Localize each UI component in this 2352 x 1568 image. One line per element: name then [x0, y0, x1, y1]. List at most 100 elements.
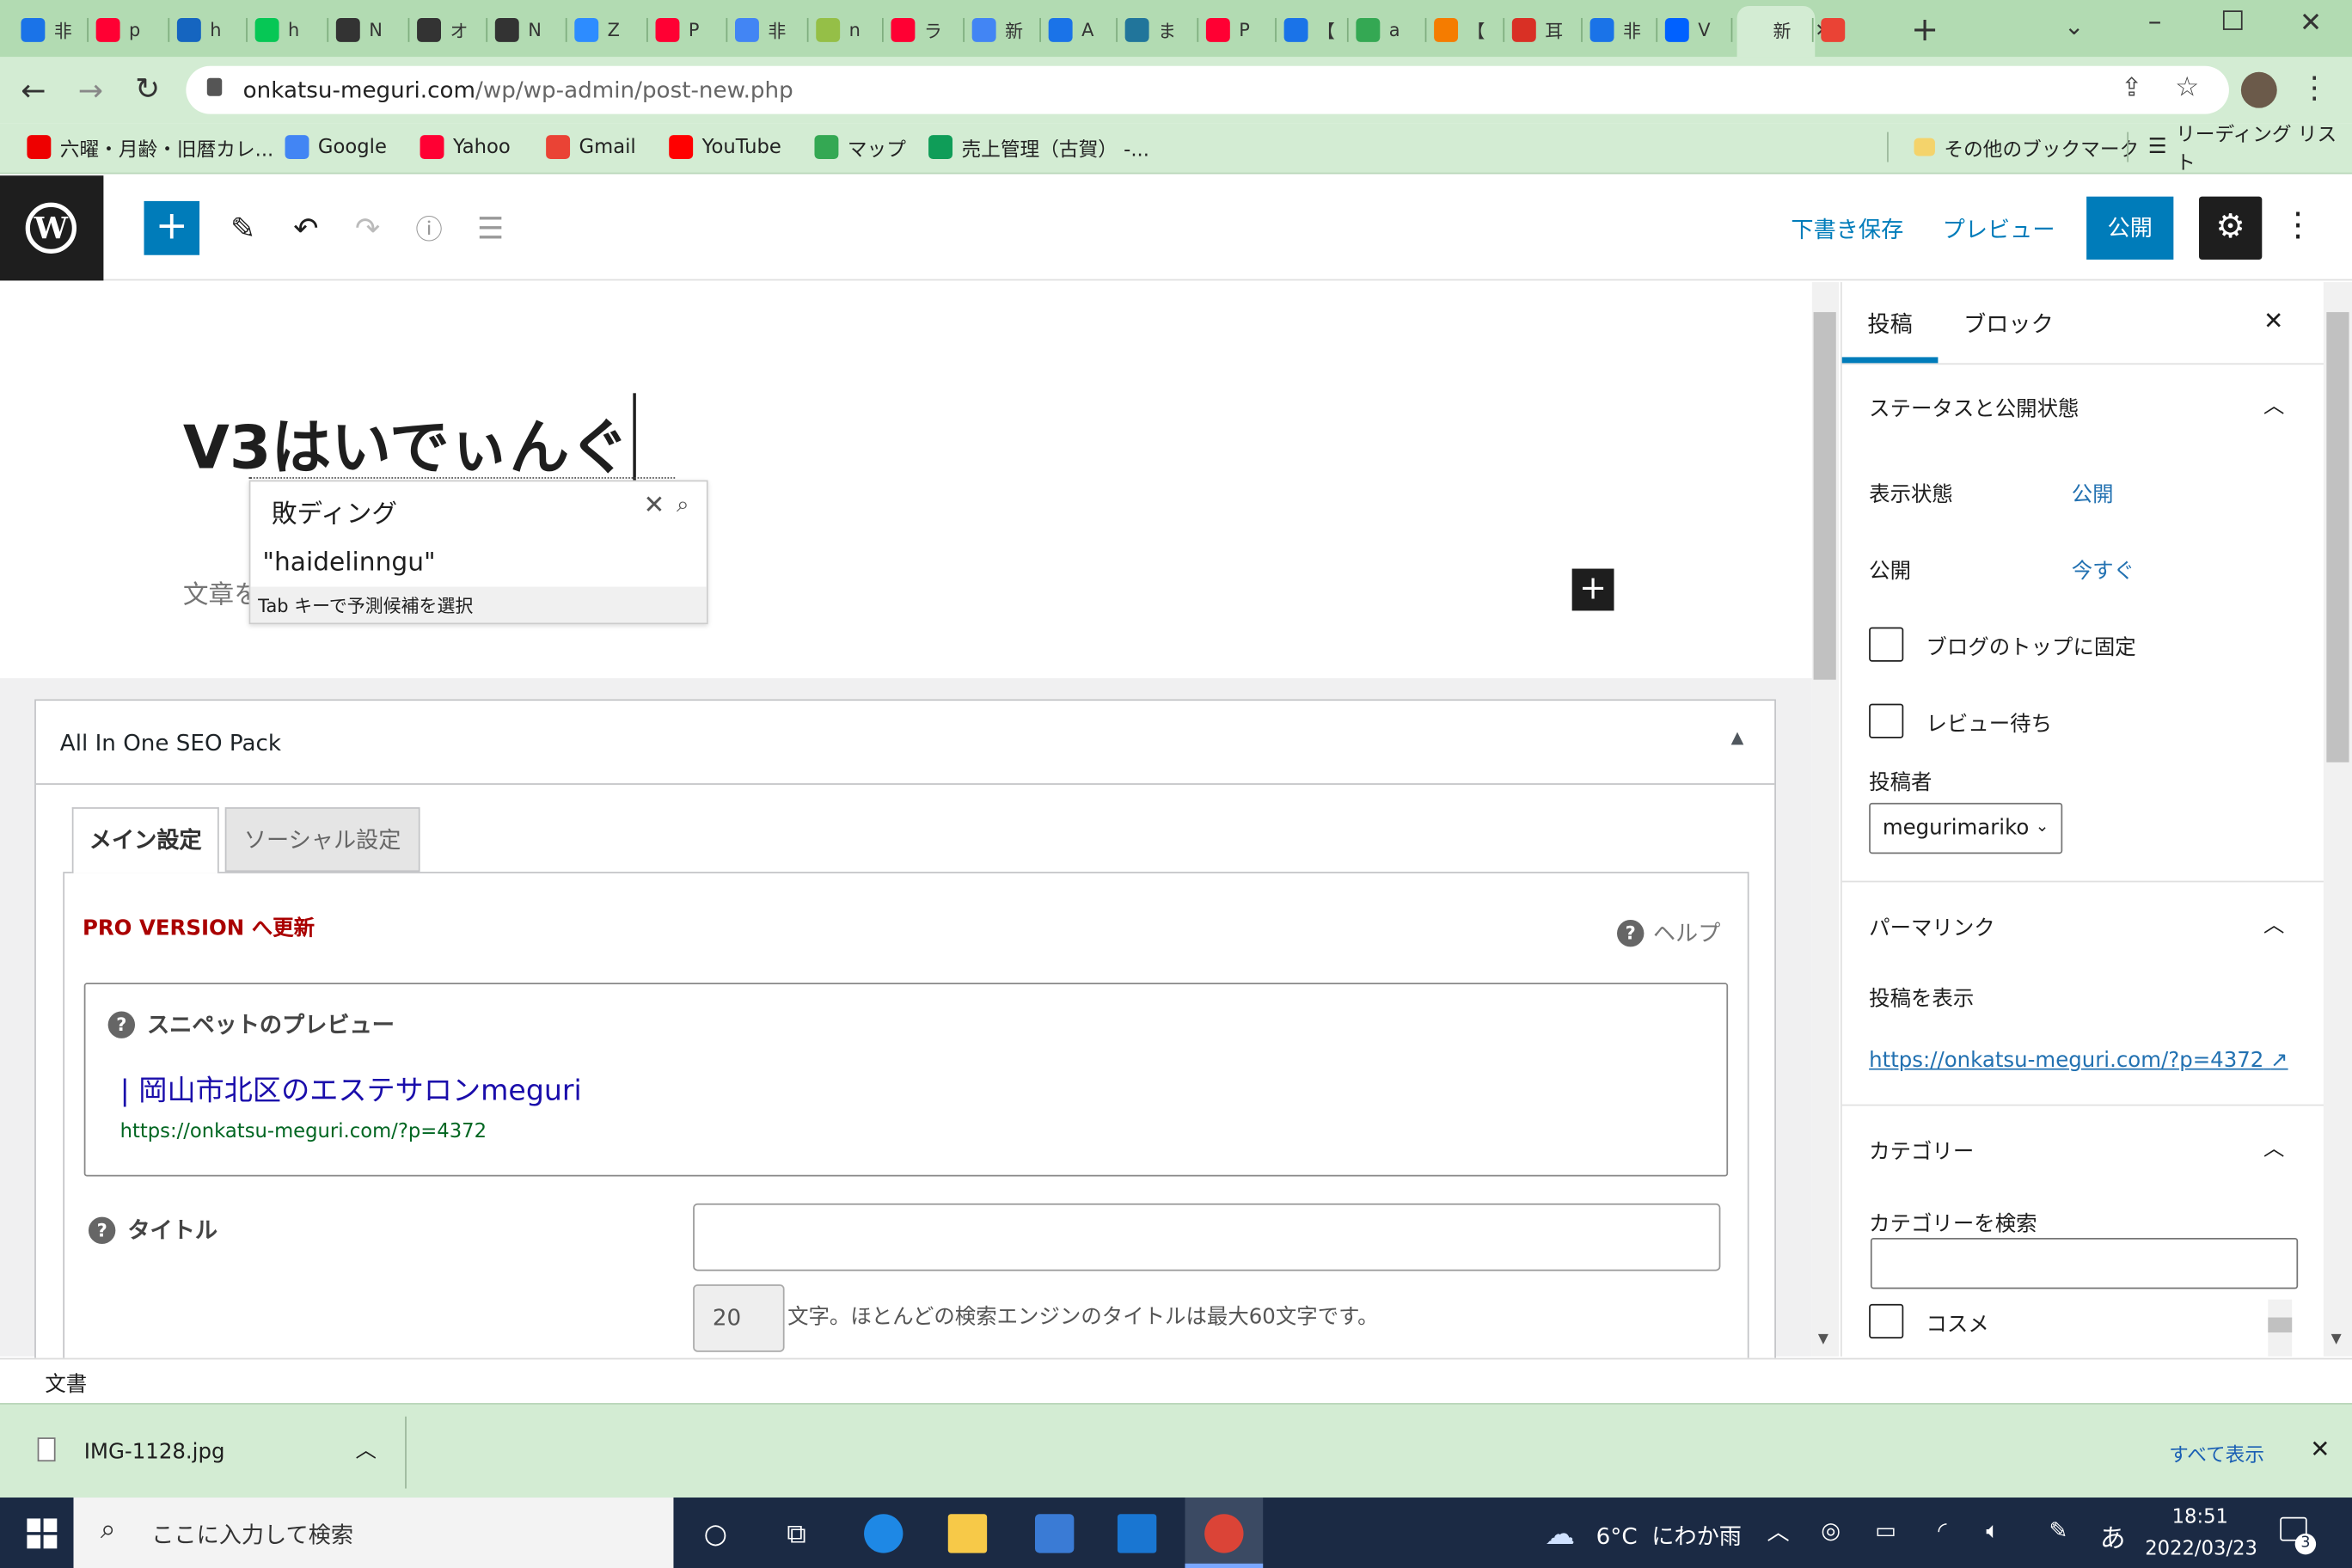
pending-review-checkbox[interactable] — [1869, 703, 1904, 738]
tab-search-chevron-icon[interactable]: ⌄ — [2064, 12, 2084, 40]
scroll-thumb[interactable] — [2326, 312, 2349, 763]
wifi-icon[interactable]: ◜ — [1938, 1517, 1946, 1544]
browser-tab[interactable]: N — [335, 9, 383, 51]
browser-tab[interactable]: V — [1664, 9, 1711, 51]
close-window-button[interactable]: ✕ — [2300, 8, 2322, 40]
add-block-button[interactable]: + — [144, 200, 200, 255]
seo-title-input[interactable] — [693, 1203, 1721, 1271]
ime-close-icon[interactable]: ✕ — [644, 491, 665, 521]
bookmark-item[interactable]: Google — [285, 132, 387, 162]
download-menu-chevron-icon[interactable]: ︿ — [356, 1435, 377, 1465]
reading-list[interactable]: ☰ リーディング リスト — [2148, 125, 2352, 175]
help-icon[interactable]: ? — [107, 1010, 136, 1038]
chevron-up-icon[interactable]: ︿ — [2263, 390, 2284, 420]
category-panel-header[interactable]: カテゴリー — [1869, 1136, 1974, 1166]
metabox-header[interactable]: All In One SEO Pack ▲ — [35, 701, 1775, 785]
profile-avatar[interactable] — [2240, 71, 2277, 108]
scroll-down-arrow-icon[interactable]: ▼ — [2331, 1332, 2342, 1347]
breadcrumb[interactable]: 文書 — [45, 1369, 87, 1399]
close-download-bar-icon[interactable]: ✕ — [2310, 1435, 2330, 1463]
cortana-icon[interactable]: ○ — [696, 1514, 735, 1553]
taskbar-search-box[interactable]: ⌕ ここに入力して検索 — [73, 1498, 674, 1568]
browser-tab[interactable]: h — [254, 9, 299, 51]
bookmark-star-icon[interactable]: ☆ — [2175, 72, 2199, 104]
publish-button[interactable]: 公開 — [2086, 196, 2174, 260]
browser-tab[interactable]: 【 — [1283, 9, 1335, 51]
clock-time[interactable]: 18:51 — [2172, 1506, 2228, 1528]
browser-tab[interactable]: A — [1048, 9, 1093, 51]
task-view-icon[interactable]: ⧉ — [777, 1514, 816, 1553]
clock-date[interactable]: 2022/03/23 — [2145, 1538, 2257, 1560]
browser-tab[interactable] — [1821, 9, 1853, 51]
wordpress-logo[interactable]: W — [0, 175, 104, 281]
store-icon[interactable] — [1034, 1514, 1075, 1553]
tab-social-settings[interactable]: ソーシャル設定 — [224, 807, 420, 873]
ime-candidate[interactable]: "haidelinngu" — [262, 548, 435, 578]
info-icon[interactable]: ⓘ — [402, 201, 456, 255]
category-checkbox-cosme[interactable] — [1869, 1303, 1904, 1338]
restore-button[interactable] — [2222, 10, 2243, 30]
bookmark-item[interactable]: 売上管理（古賀） -... — [928, 132, 1149, 162]
menu-kebab-icon[interactable]: ⋮ — [2300, 69, 2330, 105]
browser-tab[interactable]: h — [176, 9, 222, 51]
reload-icon[interactable]: ↻ — [135, 70, 160, 107]
redo-icon[interactable]: ↷ — [340, 201, 395, 255]
browser-tab[interactable]: P — [1205, 9, 1250, 51]
browser-tab[interactable]: N — [494, 9, 542, 51]
tray-chevron-icon[interactable]: ︿ — [1767, 1516, 1789, 1547]
settings-button[interactable]: ⚙ — [2199, 196, 2263, 260]
category-search-input[interactable] — [1870, 1238, 2299, 1289]
ime-mode-indicator[interactable]: あ — [2100, 1517, 2126, 1554]
battery-icon[interactable]: ▭ — [1875, 1517, 1896, 1544]
browser-tab[interactable]: Z — [574, 9, 620, 51]
scroll-thumb[interactable] — [1813, 312, 1836, 680]
pro-upgrade-link[interactable]: PRO VERSION へ更新 — [83, 912, 315, 942]
bookmark-item[interactable]: Gmail — [546, 132, 636, 162]
new-tab-button[interactable]: + — [1911, 12, 1939, 50]
browser-tab[interactable]: n — [816, 9, 861, 51]
bookmark-item[interactable]: YouTube — [669, 132, 781, 162]
edit-tools-icon[interactable]: ✎ — [216, 201, 270, 255]
weather-icon[interactable]: ☁ — [1545, 1516, 1575, 1552]
browser-tab[interactable]: a — [1356, 9, 1400, 51]
preview-button[interactable]: プレビュー — [1943, 213, 2055, 245]
show-all-downloads-link[interactable]: すべて表示 — [2169, 1439, 2264, 1467]
permalink-panel-header[interactable]: パーマリンク — [1869, 912, 1995, 942]
browser-tab[interactable]: P — [655, 9, 700, 51]
save-draft-button[interactable]: 下書き保存 — [1791, 213, 1903, 245]
browser-tab[interactable]: 耳 — [1511, 9, 1563, 51]
mail-icon[interactable] — [1117, 1514, 1157, 1553]
help-link[interactable]: ? ヘルプ — [1617, 917, 1720, 949]
back-icon[interactable]: ← — [21, 72, 46, 108]
browser-tab[interactable]: ま — [1124, 9, 1176, 51]
browser-tab[interactable]: 非 — [21, 9, 72, 51]
status-panel-header[interactable]: ステータスと公開状態 — [1869, 393, 2079, 423]
editor-scrollbar[interactable]: ▼ — [1811, 282, 1840, 1357]
address-bar[interactable]: onkatsu-meguri.com/wp/wp-admin/post-new.… — [186, 65, 2229, 114]
browser-tab[interactable]: p — [95, 9, 140, 51]
chevron-up-icon[interactable]: ︿ — [2263, 910, 2284, 940]
visibility-value[interactable]: 公開 — [2072, 479, 2114, 509]
ime-search-icon[interactable]: ⌕ — [677, 491, 689, 518]
browser-tab[interactable]: 【 — [1434, 9, 1485, 51]
download-filename[interactable]: IMG-1128.jpg — [84, 1441, 225, 1465]
bookmark-item[interactable]: 六曜・月齢・旧暦カレ... — [27, 132, 273, 162]
body-placeholder[interactable]: 文章を — [183, 573, 260, 611]
browser-tab[interactable]: 非 — [735, 9, 786, 51]
bookmark-item[interactable]: マップ — [814, 132, 906, 162]
browser-tab[interactable]: 新 — [971, 9, 1023, 51]
meet-icon[interactable]: ◎ — [1821, 1517, 1841, 1544]
windows-start-icon[interactable] — [27, 1518, 58, 1549]
scroll-thumb[interactable] — [2268, 1317, 2293, 1333]
scroll-down-arrow-icon[interactable]: ▼ — [1818, 1332, 1828, 1347]
browser-tab[interactable]: 新✕ — [1740, 9, 1829, 51]
bookmark-item[interactable]: Yahoo — [420, 132, 511, 162]
publish-date-value[interactable]: 今すぐ — [2072, 555, 2135, 585]
share-icon[interactable]: ⇪ — [2121, 74, 2142, 104]
tab-main-settings[interactable]: メイン設定 — [71, 807, 219, 873]
inline-add-block-button[interactable]: + — [1571, 568, 1614, 611]
weather-text[interactable]: 6°C にわか雨 — [1596, 1520, 1742, 1552]
sidebar-scrollbar[interactable]: ▼ — [2323, 282, 2352, 1357]
category-list-scrollbar[interactable] — [2268, 1299, 2293, 1357]
chevron-up-icon[interactable]: ︿ — [2263, 1133, 2284, 1163]
